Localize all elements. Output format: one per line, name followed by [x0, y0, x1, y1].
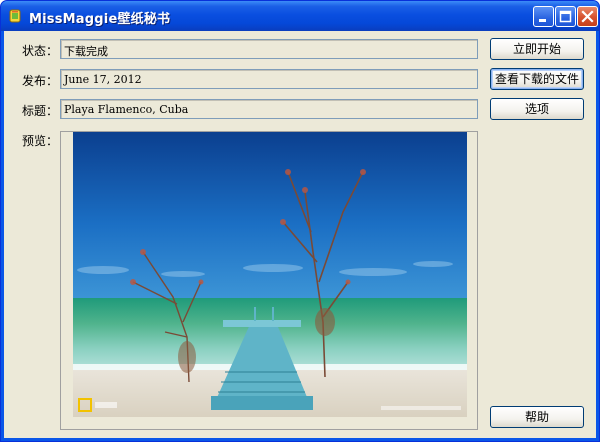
window-title: MissMaggie壁纸秘书 — [29, 12, 171, 27]
preview-frame — [60, 131, 478, 430]
client-area: 状态： 下载完成 发布： June 17, 2012 标题： Playa Fla… — [4, 31, 596, 438]
maximize-button[interactable] — [555, 6, 576, 27]
close-icon — [581, 10, 594, 23]
title-label: 标题： — [22, 104, 59, 118]
close-button[interactable] — [577, 6, 598, 27]
start-now-button[interactable]: 立即开始 — [490, 38, 584, 60]
published-field: June 17, 2012 — [60, 69, 478, 89]
view-downloads-button[interactable]: 查看下载的文件 — [490, 68, 584, 90]
help-button[interactable]: 帮助 — [490, 406, 584, 428]
app-window: MissMaggie壁纸秘书 状态： 下载完成 发布： June 17, 201… — [0, 0, 600, 442]
maximize-icon — [559, 10, 572, 23]
status-value: 下载完成 — [64, 45, 108, 58]
title-value: Playa Flamenco, Cuba — [64, 103, 189, 116]
status-field: 下载完成 — [60, 39, 478, 59]
published-value: June 17, 2012 — [64, 73, 142, 86]
title-field: Playa Flamenco, Cuba — [60, 99, 478, 119]
title-bar[interactable]: MissMaggie壁纸秘书 — [1, 1, 599, 31]
published-label: 发布： — [22, 74, 59, 88]
minimize-button[interactable] — [533, 6, 554, 27]
wallpaper-preview-image — [73, 132, 467, 417]
preview-label: 预览： — [22, 134, 59, 148]
app-icon — [9, 9, 21, 23]
options-button[interactable]: 选项 — [490, 98, 584, 120]
status-label: 状态： — [22, 44, 59, 58]
minimize-icon — [539, 19, 546, 22]
